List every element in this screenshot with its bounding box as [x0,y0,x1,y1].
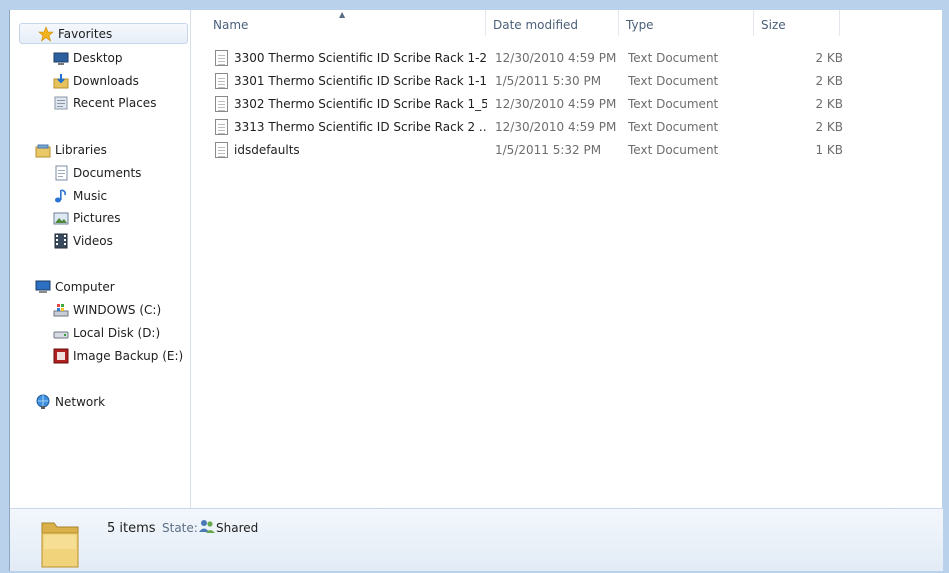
file-type: Text Document [628,97,719,111]
nav-downloads[interactable]: Downloads [53,70,139,91]
nav-drive-e-label: Image Backup (E:) [73,348,184,363]
nav-documents[interactable]: Documents [53,162,141,183]
table-row[interactable]: idsdefaults 1/5/2011 5:32 PM Text Docume… [192,139,852,162]
column-name-label: Name [213,18,249,32]
column-name[interactable]: Name [206,10,486,36]
file-date: 12/30/2010 4:59 PM [495,97,617,111]
file-type: Text Document [628,51,719,65]
nav-videos-label: Videos [73,233,113,248]
explorer-window: Favorites Desktop Downloads Recent Place… [9,10,943,571]
windows-drive-icon [53,302,69,318]
desktop-icon [53,50,69,66]
nav-music-label: Music [73,188,108,203]
nav-computer-label: Computer [55,279,115,294]
file-size: 2 KB [815,97,843,111]
downloads-icon [53,73,69,89]
nav-documents-label: Documents [73,165,142,180]
nav-drive-c-label: WINDOWS (C:) [73,302,162,317]
column-header: Name ▲ Date modified Type Size [192,10,852,36]
libraries-icon [35,142,51,158]
nav-libraries-label: Libraries [55,142,107,157]
computer-icon [35,279,51,295]
column-date-label: Date modified [493,18,579,32]
file-size: 1 KB [815,143,843,157]
nav-desktop[interactable]: Desktop [53,47,123,68]
recent-places-icon [53,95,69,111]
item-count: 5 items [107,521,156,536]
file-name: 3302 Thermo Scientific ID Scribe Rack 1_… [234,97,487,111]
column-size-label: Size [761,18,786,32]
nav-desktop-label: Desktop [73,50,123,65]
nav-favorites[interactable]: Favorites [19,23,188,44]
nav-pictures-label: Pictures [73,210,121,225]
nav-drive-c[interactable]: WINDOWS (C:) [53,299,161,320]
backup-drive-icon [53,348,69,364]
network-icon [35,394,51,410]
star-icon [38,25,54,42]
nav-downloads-label: Downloads [73,73,139,88]
file-type: Text Document [628,143,719,157]
nav-videos[interactable]: Videos [53,230,113,251]
file-name: idsdefaults [234,143,300,157]
file-type: Text Document [628,120,719,134]
nav-pictures[interactable]: Pictures [53,207,121,228]
file-date: 1/5/2011 5:30 PM [495,74,602,88]
nav-favorites-label: Favorites [58,26,113,41]
state-value: Shared [216,521,259,535]
column-size[interactable]: Size [754,10,840,36]
file-date: 12/30/2010 4:59 PM [495,51,617,65]
nav-recent-places[interactable]: Recent Places [53,92,156,113]
nav-computer[interactable]: Computer [35,276,115,297]
column-date[interactable]: Date modified [486,10,619,36]
file-size: 2 KB [815,120,843,134]
column-type[interactable]: Type [619,10,754,36]
details-pane: 5 items State: Shared [10,508,943,571]
nav-network[interactable]: Network [35,391,105,412]
music-icon [53,188,69,204]
pictures-icon [53,210,69,226]
hard-drive-icon [53,325,69,341]
shared-users-icon [199,518,215,534]
folder-icon [40,519,80,569]
file-date: 1/5/2011 5:32 PM [495,143,602,157]
nav-drive-e[interactable]: Image Backup (E:) [53,345,183,366]
nav-drive-d-label: Local Disk (D:) [73,325,161,340]
documents-icon [53,165,69,181]
table-row[interactable]: 3301 Thermo Scientific ID Scribe Rack 1-… [192,70,852,93]
nav-music[interactable]: Music [53,185,107,206]
nav-drive-d[interactable]: Local Disk (D:) [53,322,160,343]
file-name: 3301 Thermo Scientific ID Scribe Rack 1-… [234,74,487,88]
sort-ascending-icon: ▲ [339,10,346,19]
file-list: Name ▲ Date modified Type Size 3300 Ther… [192,10,942,508]
file-size: 2 KB [815,51,843,65]
column-type-label: Type [626,18,654,32]
nav-recent-places-label: Recent Places [73,95,157,110]
file-name: 3313 Thermo Scientific ID Scribe Rack 2 … [234,120,487,134]
table-row[interactable]: 3313 Thermo Scientific ID Scribe Rack 2 … [192,116,852,139]
table-row[interactable]: 3300 Thermo Scientific ID Scribe Rack 1-… [192,47,852,70]
state-label: State: [162,521,198,535]
table-row[interactable]: 3302 Thermo Scientific ID Scribe Rack 1_… [192,93,852,116]
navigation-pane: Favorites Desktop Downloads Recent Place… [10,10,191,508]
nav-network-label: Network [55,394,106,409]
file-name: 3300 Thermo Scientific ID Scribe Rack 1-… [234,51,487,65]
file-size: 2 KB [815,74,843,88]
nav-libraries[interactable]: Libraries [35,139,107,160]
file-type: Text Document [628,74,719,88]
videos-icon [53,233,69,249]
file-date: 12/30/2010 4:59 PM [495,120,617,134]
